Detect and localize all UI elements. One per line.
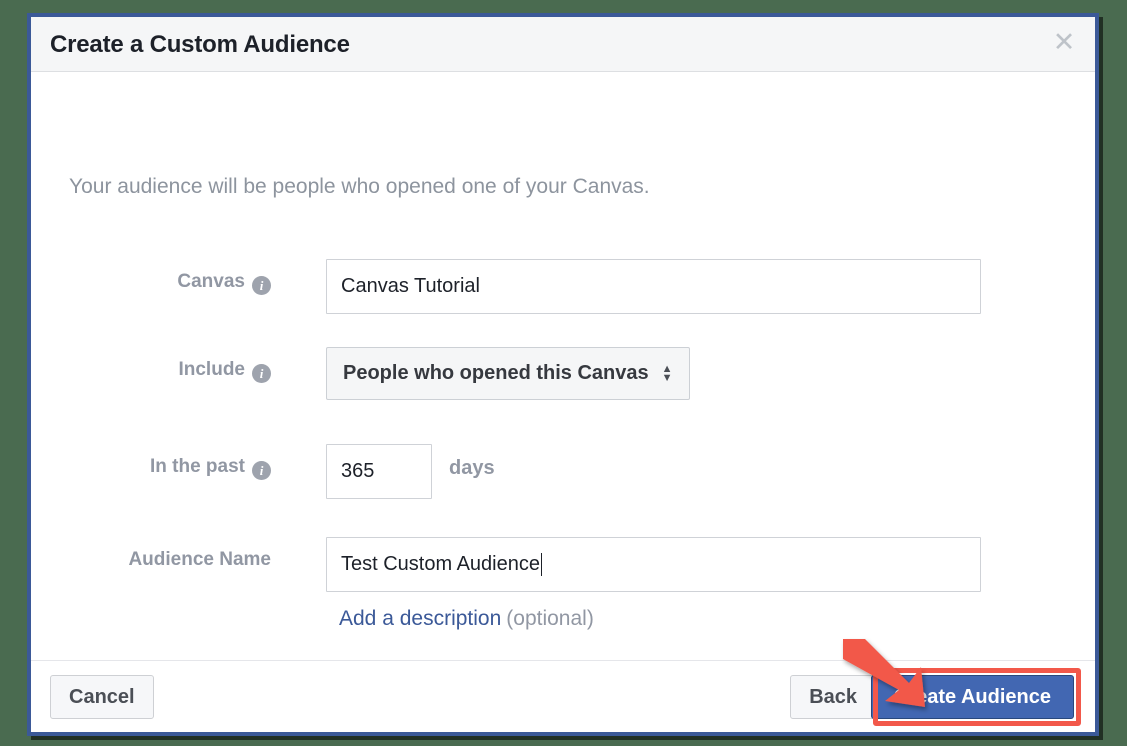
canvas-label-text: Canvas (177, 271, 245, 292)
info-icon-in-the-past[interactable]: i (252, 461, 271, 480)
canvas-input[interactable] (326, 259, 981, 314)
close-icon[interactable]: ✕ (1049, 28, 1079, 58)
form-row-audience-name: Audience Name Test Custom Audience (31, 537, 1095, 593)
form-row-canvas: Canvas i (31, 259, 1095, 315)
chevron-updown-icon: ▲ ▼ (661, 362, 673, 384)
dialog-footer: Cancel Back Create Audience (31, 660, 1095, 732)
canvas-label: Canvas i (177, 271, 271, 295)
include-label-text: Include (178, 359, 245, 380)
in-the-past-label: In the past i (150, 456, 271, 480)
info-icon-canvas[interactable]: i (252, 276, 271, 295)
audience-name-label: Audience Name (128, 549, 271, 570)
include-select-value: People who opened this Canvas (343, 362, 649, 384)
audience-name-value: Test Custom Audience (341, 553, 540, 575)
text-cursor (541, 553, 542, 576)
description-optional-text: (optional) (506, 607, 594, 630)
cancel-button[interactable]: Cancel (50, 675, 154, 719)
include-select[interactable]: People who opened this Canvas ▲ ▼ (326, 347, 690, 400)
dialog-body: Your audience will be people who opened … (31, 72, 1095, 660)
form-row-in-the-past: In the past i days (31, 444, 1095, 500)
info-icon-include[interactable]: i (252, 364, 271, 383)
create-audience-button[interactable]: Create Audience (870, 675, 1074, 719)
days-input[interactable] (326, 444, 432, 499)
dialog-header: Create a Custom Audience ✕ (31, 17, 1095, 72)
form-row-include: Include i People who opened this Canvas ▲… (31, 347, 1095, 403)
in-the-past-label-text: In the past (149, 456, 245, 477)
add-description-link[interactable]: Add a description (339, 607, 501, 630)
back-button[interactable]: Back (790, 675, 876, 719)
audience-name-input[interactable]: Test Custom Audience (326, 537, 981, 592)
dialog-title: Create a Custom Audience (50, 31, 350, 58)
days-suffix-label: days (449, 457, 495, 479)
include-label: Include i (178, 359, 271, 383)
create-custom-audience-dialog: Create a Custom Audience ✕ Your audience… (27, 13, 1099, 736)
intro-description: Your audience will be people who opened … (69, 175, 650, 198)
description-line: Add a description (optional) (339, 607, 594, 631)
